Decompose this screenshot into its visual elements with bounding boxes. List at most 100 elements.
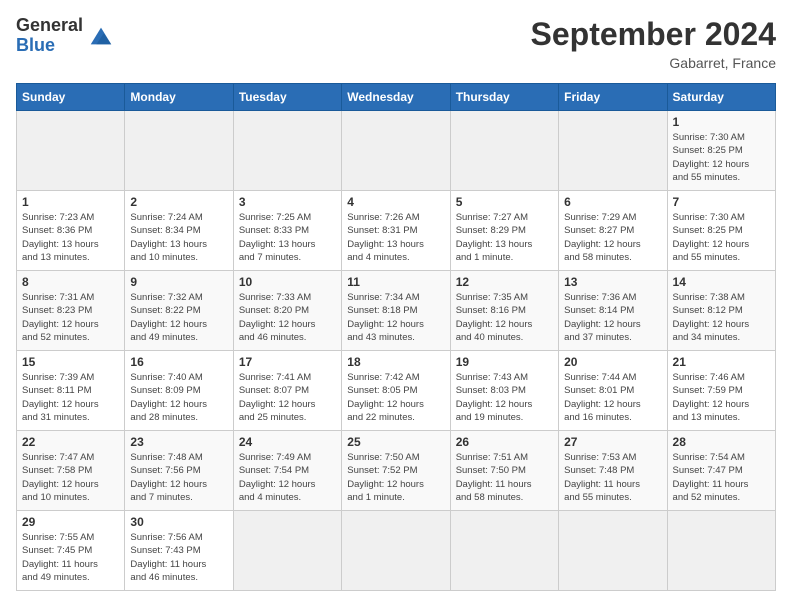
- day-detail: Sunrise: 7:35 AMSunset: 8:16 PMDaylight:…: [456, 291, 553, 344]
- logo-icon: [87, 22, 115, 50]
- day-detail: Sunrise: 7:26 AMSunset: 8:31 PMDaylight:…: [347, 211, 444, 264]
- day-detail: Sunrise: 7:53 AMSunset: 7:48 PMDaylight:…: [564, 451, 661, 504]
- day-number: 22: [22, 435, 119, 449]
- column-header-monday: Monday: [125, 84, 233, 111]
- day-detail: Sunrise: 7:51 AMSunset: 7:50 PMDaylight:…: [456, 451, 553, 504]
- day-detail: Sunrise: 7:42 AMSunset: 8:05 PMDaylight:…: [347, 371, 444, 424]
- calendar-cell: [342, 511, 450, 591]
- calendar-header-row: SundayMondayTuesdayWednesdayThursdayFrid…: [17, 84, 776, 111]
- calendar-table: SundayMondayTuesdayWednesdayThursdayFrid…: [16, 83, 776, 591]
- calendar-cell: 18 Sunrise: 7:42 AMSunset: 8:05 PMDayligh…: [342, 351, 450, 431]
- calendar-cell: 8 Sunrise: 7:31 AMSunset: 8:23 PMDaylight…: [17, 271, 125, 351]
- day-detail: Sunrise: 7:44 AMSunset: 8:01 PMDaylight:…: [564, 371, 661, 424]
- calendar-cell: [17, 111, 125, 191]
- day-detail: Sunrise: 7:46 AMSunset: 7:59 PMDaylight:…: [673, 371, 770, 424]
- day-number: 1: [673, 115, 770, 129]
- day-number: 19: [456, 355, 553, 369]
- day-number: 30: [130, 515, 227, 529]
- day-detail: Sunrise: 7:30 AMSunset: 8:25 PMDaylight:…: [673, 131, 770, 184]
- day-number: 17: [239, 355, 336, 369]
- calendar-cell: 2 Sunrise: 7:24 AMSunset: 8:34 PMDaylight…: [125, 191, 233, 271]
- day-number: 28: [673, 435, 770, 449]
- day-number: 12: [456, 275, 553, 289]
- day-detail: Sunrise: 7:39 AMSunset: 8:11 PMDaylight:…: [22, 371, 119, 424]
- calendar-week-row: 1 Sunrise: 7:23 AMSunset: 8:36 PMDaylight…: [17, 191, 776, 271]
- day-detail: Sunrise: 7:23 AMSunset: 8:36 PMDaylight:…: [22, 211, 119, 264]
- day-number: 11: [347, 275, 444, 289]
- calendar-cell: [559, 511, 667, 591]
- calendar-cell: 22 Sunrise: 7:47 AMSunset: 7:58 PMDayligh…: [17, 431, 125, 511]
- calendar-cell: 21 Sunrise: 7:46 AMSunset: 7:59 PMDayligh…: [667, 351, 775, 431]
- day-detail: Sunrise: 7:54 AMSunset: 7:47 PMDaylight:…: [673, 451, 770, 504]
- calendar-cell: [450, 111, 558, 191]
- day-number: 3: [239, 195, 336, 209]
- day-number: 2: [130, 195, 227, 209]
- day-number: 18: [347, 355, 444, 369]
- day-detail: Sunrise: 7:31 AMSunset: 8:23 PMDaylight:…: [22, 291, 119, 344]
- calendar-cell: [233, 111, 341, 191]
- title-block: September 2024 Gabarret, France: [531, 16, 776, 71]
- calendar-week-row: 1 Sunrise: 7:30 AMSunset: 8:25 PMDaylight…: [17, 111, 776, 191]
- calendar-cell: 1 Sunrise: 7:23 AMSunset: 8:36 PMDaylight…: [17, 191, 125, 271]
- calendar-cell: 17 Sunrise: 7:41 AMSunset: 8:07 PMDayligh…: [233, 351, 341, 431]
- day-detail: Sunrise: 7:24 AMSunset: 8:34 PMDaylight:…: [130, 211, 227, 264]
- month-title: September 2024: [531, 16, 776, 53]
- day-detail: Sunrise: 7:33 AMSunset: 8:20 PMDaylight:…: [239, 291, 336, 344]
- calendar-cell: [450, 511, 558, 591]
- day-number: 4: [347, 195, 444, 209]
- calendar-week-row: 22 Sunrise: 7:47 AMSunset: 7:58 PMDayligh…: [17, 431, 776, 511]
- calendar-cell: 3 Sunrise: 7:25 AMSunset: 8:33 PMDaylight…: [233, 191, 341, 271]
- calendar-cell: [559, 111, 667, 191]
- day-number: 27: [564, 435, 661, 449]
- day-number: 21: [673, 355, 770, 369]
- calendar-cell: 5 Sunrise: 7:27 AMSunset: 8:29 PMDaylight…: [450, 191, 558, 271]
- calendar-cell: 29Sunrise: 7:55 AMSunset: 7:45 PMDayligh…: [17, 511, 125, 591]
- day-detail: Sunrise: 7:41 AMSunset: 8:07 PMDaylight:…: [239, 371, 336, 424]
- day-detail: Sunrise: 7:50 AMSunset: 7:52 PMDaylight:…: [347, 451, 444, 504]
- calendar-cell: 13Sunrise: 7:36 AMSunset: 8:14 PMDayligh…: [559, 271, 667, 351]
- calendar-cell: 14 Sunrise: 7:38 AMSunset: 8:12 PMDayligh…: [667, 271, 775, 351]
- column-header-saturday: Saturday: [667, 84, 775, 111]
- day-number: 10: [239, 275, 336, 289]
- calendar-cell: 16Sunrise: 7:40 AMSunset: 8:09 PMDayligh…: [125, 351, 233, 431]
- day-detail: Sunrise: 7:32 AMSunset: 8:22 PMDaylight:…: [130, 291, 227, 344]
- logo-blue-text: Blue: [16, 36, 83, 56]
- calendar-cell: 23Sunrise: 7:48 AMSunset: 7:56 PMDayligh…: [125, 431, 233, 511]
- day-number: 6: [564, 195, 661, 209]
- calendar-cell: 30Sunrise: 7:56 AMSunset: 7:43 PMDayligh…: [125, 511, 233, 591]
- calendar-cell: 25Sunrise: 7:50 AMSunset: 7:52 PMDayligh…: [342, 431, 450, 511]
- day-detail: Sunrise: 7:29 AMSunset: 8:27 PMDaylight:…: [564, 211, 661, 264]
- day-detail: Sunrise: 7:49 AMSunset: 7:54 PMDaylight:…: [239, 451, 336, 504]
- day-detail: Sunrise: 7:38 AMSunset: 8:12 PMDaylight:…: [673, 291, 770, 344]
- calendar-cell: 6 Sunrise: 7:29 AMSunset: 8:27 PMDaylight…: [559, 191, 667, 271]
- calendar-cell: 27 Sunrise: 7:53 AMSunset: 7:48 PMDayligh…: [559, 431, 667, 511]
- calendar-cell: 10 Sunrise: 7:33 AMSunset: 8:20 PMDayligh…: [233, 271, 341, 351]
- calendar-week-row: 8 Sunrise: 7:31 AMSunset: 8:23 PMDaylight…: [17, 271, 776, 351]
- calendar-cell: 15 Sunrise: 7:39 AMSunset: 8:11 PMDayligh…: [17, 351, 125, 431]
- logo-general-text: General: [16, 16, 83, 36]
- day-detail: Sunrise: 7:47 AMSunset: 7:58 PMDaylight:…: [22, 451, 119, 504]
- day-number: 15: [22, 355, 119, 369]
- calendar-cell: 1 Sunrise: 7:30 AMSunset: 8:25 PMDaylight…: [667, 111, 775, 191]
- calendar-cell: 9 Sunrise: 7:32 AMSunset: 8:22 PMDaylight…: [125, 271, 233, 351]
- day-detail: Sunrise: 7:27 AMSunset: 8:29 PMDaylight:…: [456, 211, 553, 264]
- day-number: 24: [239, 435, 336, 449]
- day-number: 29: [22, 515, 119, 529]
- day-number: 20: [564, 355, 661, 369]
- calendar-cell: 7Sunrise: 7:30 AMSunset: 8:25 PMDaylight…: [667, 191, 775, 271]
- calendar-cell: 11Sunrise: 7:34 AMSunset: 8:18 PMDayligh…: [342, 271, 450, 351]
- day-number: 5: [456, 195, 553, 209]
- day-detail: Sunrise: 7:43 AMSunset: 8:03 PMDaylight:…: [456, 371, 553, 424]
- day-number: 9: [130, 275, 227, 289]
- day-detail: Sunrise: 7:36 AMSunset: 8:14 PMDaylight:…: [564, 291, 661, 344]
- day-detail: Sunrise: 7:25 AMSunset: 8:33 PMDaylight:…: [239, 211, 336, 264]
- logo: General Blue: [16, 16, 115, 56]
- calendar-cell: 4 Sunrise: 7:26 AMSunset: 8:31 PMDaylight…: [342, 191, 450, 271]
- location: Gabarret, France: [531, 55, 776, 71]
- day-number: 14: [673, 275, 770, 289]
- column-header-wednesday: Wednesday: [342, 84, 450, 111]
- day-number: 8: [22, 275, 119, 289]
- column-header-thursday: Thursday: [450, 84, 558, 111]
- day-number: 16: [130, 355, 227, 369]
- day-number: 1: [22, 195, 119, 209]
